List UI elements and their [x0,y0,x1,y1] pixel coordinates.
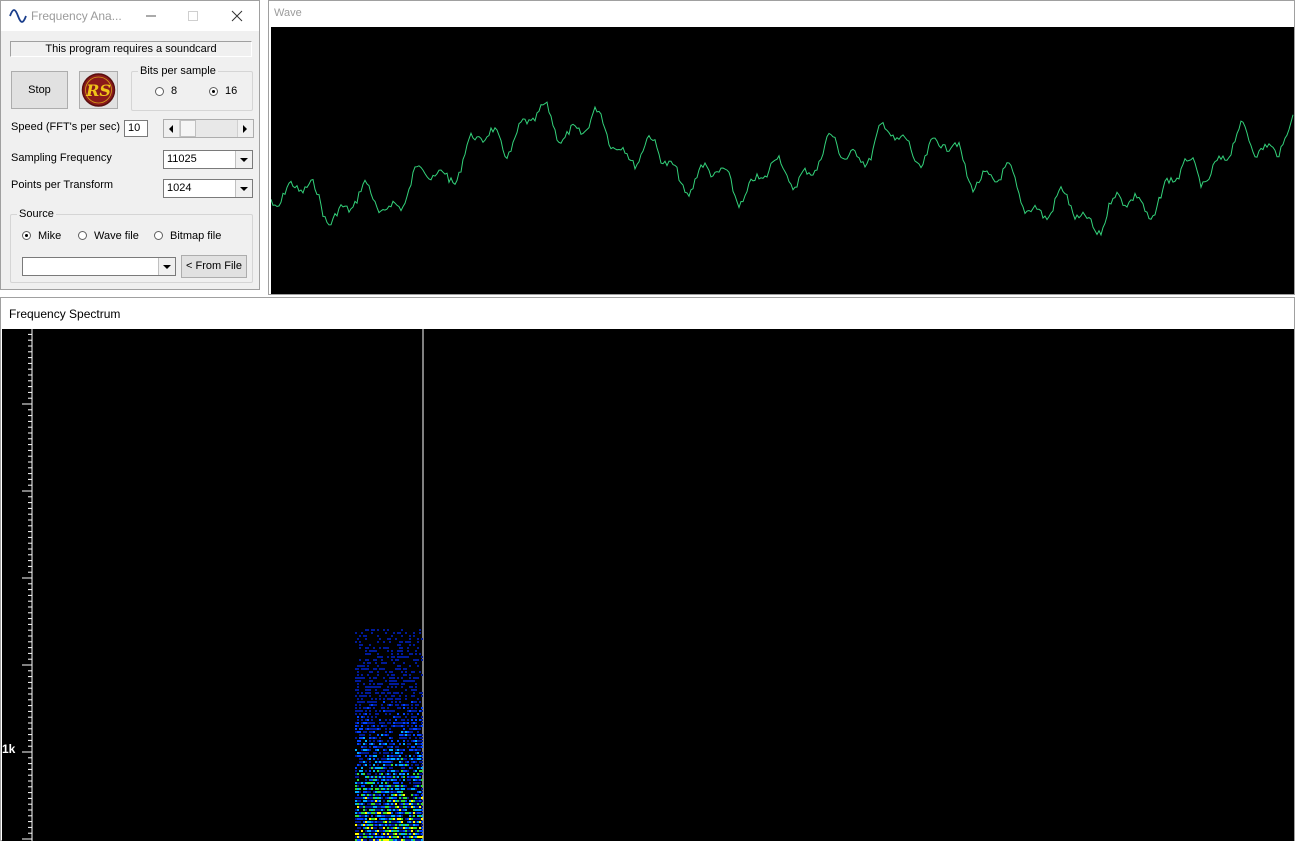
window-title: Frequency Ana... [31,9,122,23]
wave-display [270,27,1294,294]
source-legend: Source [19,208,54,220]
wave-line [270,101,1294,237]
file-select[interactable] [22,257,176,276]
source-bitmap-file-label: Bitmap file [170,230,222,242]
points-per-transform-select[interactable]: 1024 [163,179,253,198]
source-wave-file-label: Wave file [94,230,139,242]
wave-title: Wave [274,7,302,19]
close-button[interactable] [217,1,257,31]
sampling-frequency-label: Sampling Frequency [11,152,112,164]
spectrum-title: Frequency Spectrum [9,307,121,321]
bits-16-radio[interactable] [209,87,218,96]
svg-text:RS: RS [85,81,111,100]
wave-window: Wave [268,0,1295,295]
spectrum-window: Frequency Spectrum 1k [0,297,1295,841]
spectrogram-cells [355,629,423,841]
control-window: Frequency Ana... This program requires a… [0,0,260,290]
source-mike-radio[interactable] [22,231,31,240]
chevron-down-icon[interactable] [158,258,175,275]
bits-8-radio[interactable] [155,87,164,96]
chevron-down-icon[interactable] [235,151,252,168]
scroll-right-button[interactable] [237,120,253,137]
speed-label: Speed (FFT's per sec) [11,121,121,133]
bits-16-label: 16 [225,85,238,97]
source-wave-file-radio[interactable] [78,231,87,240]
maximize-button[interactable] [173,1,213,31]
points-per-transform-value: 1024 [167,182,192,194]
soundcard-notice: This program requires a soundcard [10,41,252,57]
minimize-button[interactable] [131,1,171,31]
scroll-left-button[interactable] [164,120,180,137]
speed-value: 10 [124,120,148,137]
source-mike-label: Mike [38,230,62,242]
frequency-axis-label: 1k [2,742,16,756]
rs-logo-icon: RS [81,73,116,107]
from-file-button[interactable]: < From File [181,255,247,278]
arrow-left-icon [169,125,173,133]
scroll-thumb[interactable] [180,120,196,137]
chevron-down-icon[interactable] [235,180,252,197]
points-per-transform-label: Points per Transform [11,179,114,191]
sampling-frequency-select[interactable]: 11025 [163,150,253,169]
close-icon [231,10,243,22]
stop-button[interactable]: Stop [11,71,68,109]
logo-button[interactable]: RS [79,71,118,109]
bits-legend: Bits per sample [140,65,216,77]
spectrogram [22,329,424,841]
bits-8-label: 8 [171,85,178,97]
sampling-frequency-value: 11025 [167,153,197,165]
sine-wave-icon [9,8,27,24]
source-bitmap-file-radio[interactable] [154,231,163,240]
waveform-trace [270,101,1294,237]
spectrum-display: 1k [2,329,1294,841]
arrow-right-icon [243,125,247,133]
speed-scrollbar[interactable] [163,119,254,138]
title-bar[interactable]: Frequency Ana... [1,1,259,31]
